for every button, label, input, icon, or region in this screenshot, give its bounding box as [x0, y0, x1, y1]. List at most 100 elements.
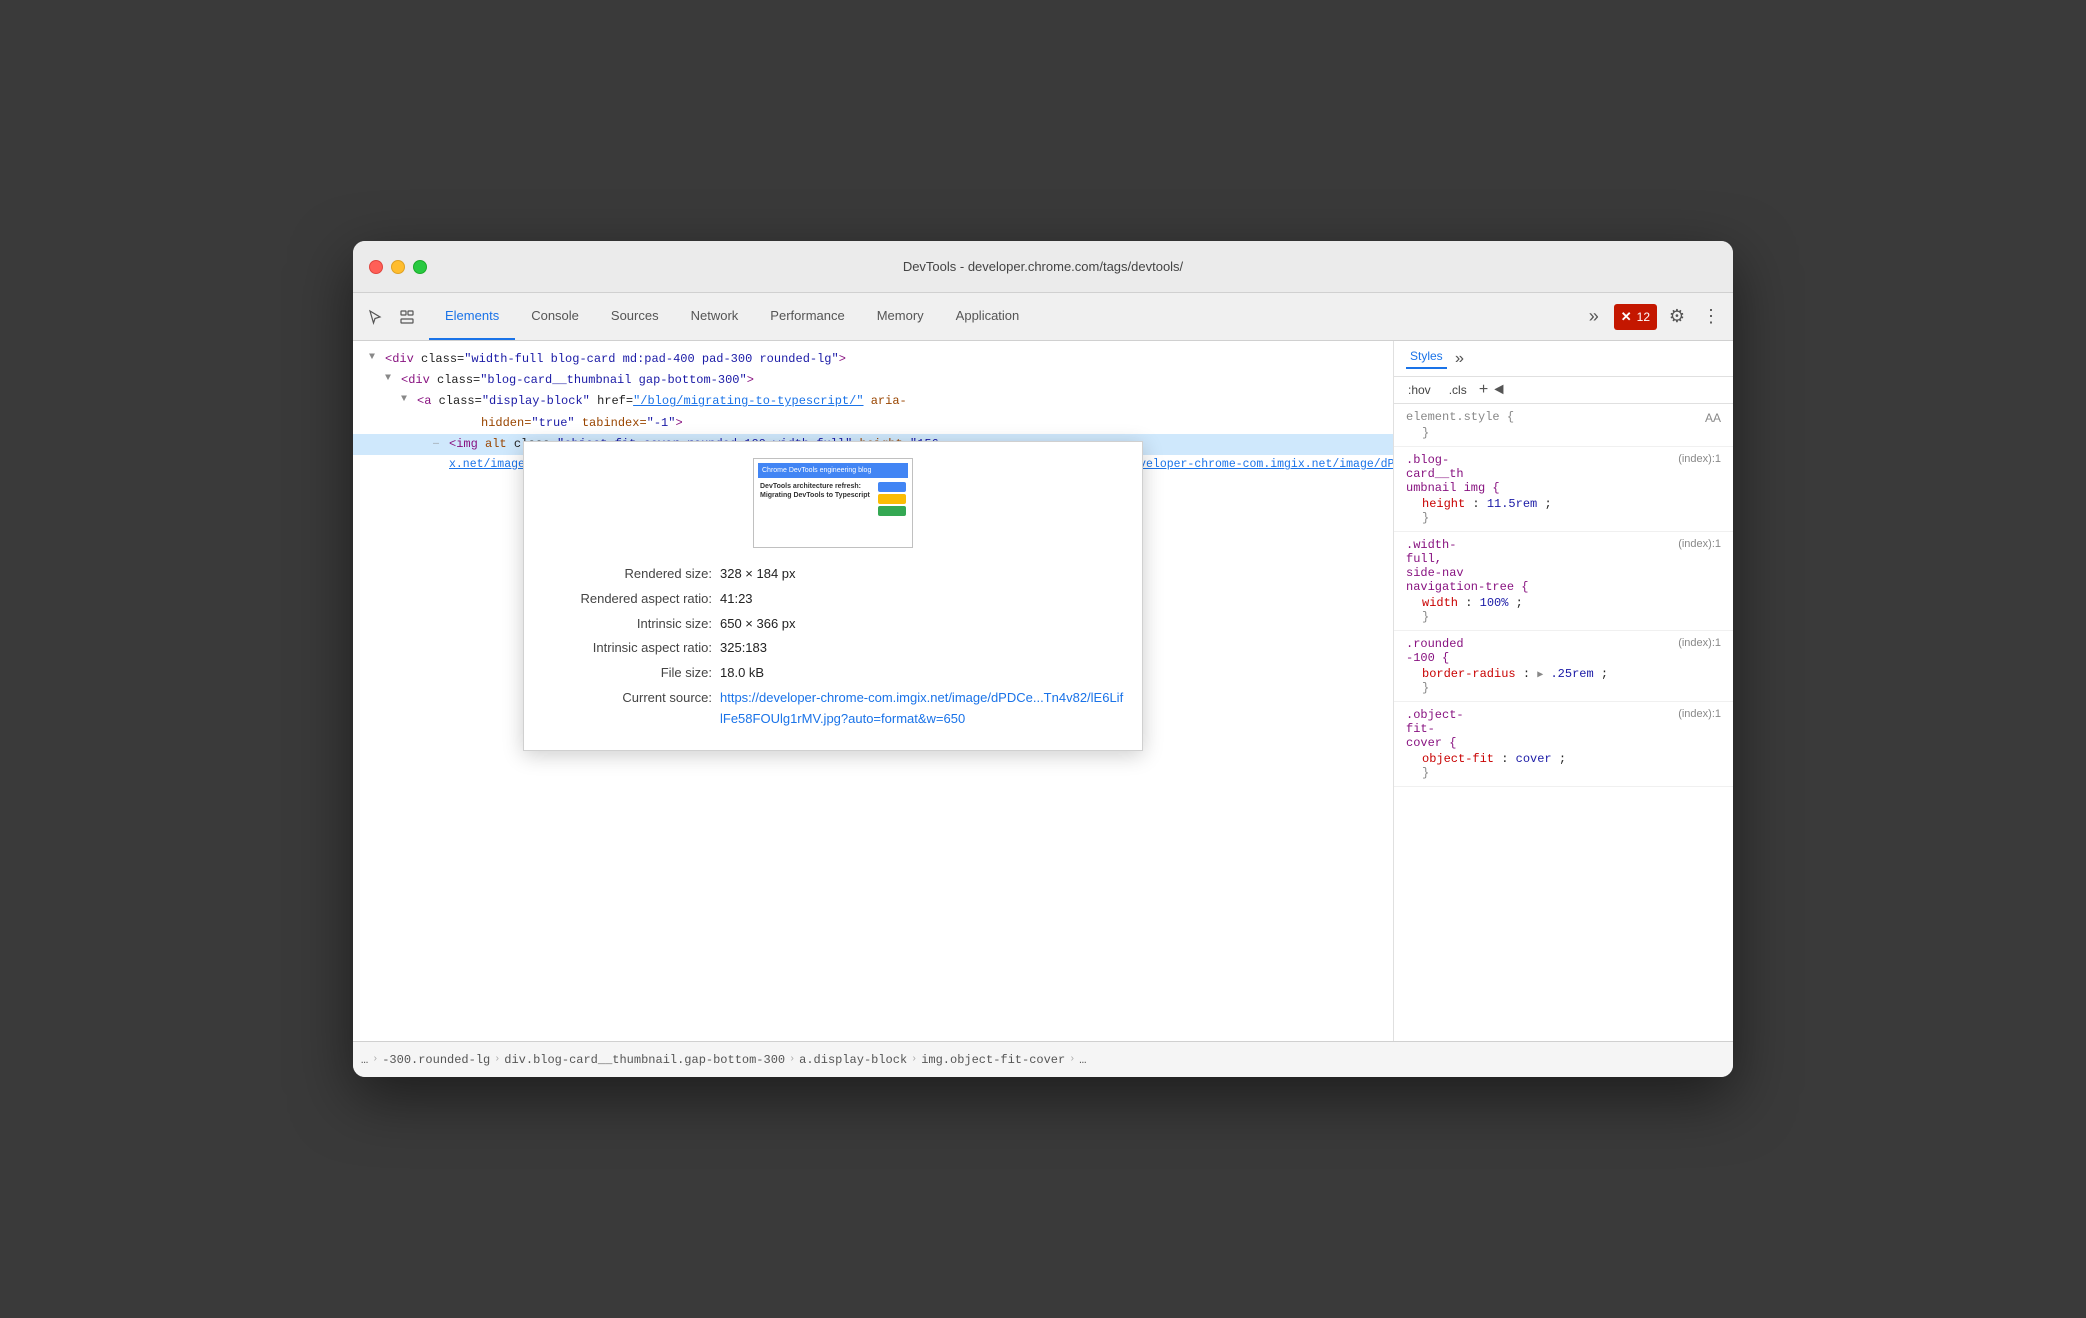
- expand-arrow[interactable]: ▼: [369, 350, 375, 366]
- breadcrumb-item-2[interactable]: div.blog-card__thumbnail.gap-bottom-300: [504, 1053, 785, 1067]
- hover-pseudo-button[interactable]: :hov: [1402, 381, 1437, 399]
- expand-value-arrow[interactable]: ▶: [1537, 670, 1543, 681]
- breadcrumb-item-1[interactable]: -300.rounded-lg: [382, 1053, 490, 1067]
- cls-button[interactable]: .cls: [1443, 381, 1473, 399]
- tab-elements[interactable]: Elements: [429, 293, 515, 340]
- height-prop: height : 11.5rem ;: [1406, 497, 1721, 511]
- title-bar: DevTools - developer.chrome.com/tags/dev…: [353, 241, 1733, 293]
- minimize-button[interactable]: [391, 260, 405, 274]
- breadcrumb-ellipsis[interactable]: …: [361, 1053, 368, 1067]
- tab-application[interactable]: Application: [940, 293, 1036, 340]
- expand-arrow[interactable]: ▼: [401, 392, 407, 408]
- tab-left-icons: [353, 293, 429, 340]
- closing-brace: }: [1406, 426, 1721, 440]
- tab-network[interactable]: Network: [675, 293, 755, 340]
- styles-more-icon[interactable]: »: [1455, 350, 1465, 368]
- file-size-row: File size: 18.0 kB: [540, 663, 1126, 684]
- selector-object-fit: .object- fit- cover {: [1406, 708, 1464, 750]
- source-index-1[interactable]: (index):1: [1678, 453, 1721, 497]
- style-rule-blog-thumbnail: .blog- card__th umbnail img { (index):1 …: [1394, 447, 1733, 532]
- rendered-aspect-value: 41:23: [720, 589, 753, 610]
- close-button[interactable]: [369, 260, 383, 274]
- preview-body: DevTools architecture refresh: Migrating…: [758, 480, 908, 543]
- style-rule-object-fit: .object- fit- cover { (index):1 object-f…: [1394, 702, 1733, 787]
- rendered-aspect-label: Rendered aspect ratio:: [540, 589, 720, 610]
- toggle-icon[interactable]: ◄: [1494, 381, 1504, 399]
- style-rule-rounded: .rounded -100 { (index):1 border-radius …: [1394, 631, 1733, 702]
- intrinsic-size-label: Intrinsic size:: [540, 614, 720, 635]
- object-fit-prop: object-fit : cover ;: [1406, 752, 1721, 766]
- image-tooltip: Chrome DevTools engineering blog DevTool…: [523, 441, 1143, 751]
- preview-color-blocks: [878, 482, 906, 516]
- image-info-table: Rendered size: 328 × 184 px Rendered asp…: [540, 564, 1126, 730]
- breadcrumb-bar: … › -300.rounded-lg › div.blog-card__thu…: [353, 1041, 1733, 1077]
- tab-actions: » ✕ 12 ⚙ ⋮: [1572, 293, 1733, 340]
- tab-sources[interactable]: Sources: [595, 293, 675, 340]
- intrinsic-size-row: Intrinsic size: 650 × 366 px: [540, 614, 1126, 635]
- aa-icon[interactable]: AA: [1705, 411, 1721, 425]
- file-size-value: 18.0 kB: [720, 663, 764, 684]
- source-index-3[interactable]: (index):1: [1678, 637, 1721, 667]
- html-line: ▼ <div class="blog-card__thumbnail gap-b…: [353, 370, 1393, 391]
- maximize-button[interactable]: [413, 260, 427, 274]
- rendered-size-label: Rendered size:: [540, 564, 720, 585]
- tab-list: Elements Console Sources Network Perform…: [429, 293, 1572, 340]
- tab-console[interactable]: Console: [515, 293, 595, 340]
- image-preview: Chrome DevTools engineering blog DevTool…: [540, 458, 1126, 548]
- image-preview-content: Chrome DevTools engineering blog DevTool…: [754, 459, 912, 547]
- cursor-icon[interactable]: [361, 303, 389, 331]
- error-badge[interactable]: ✕ 12: [1614, 304, 1657, 330]
- current-source-link[interactable]: https://developer-chrome-com.imgix.net/i…: [720, 688, 1126, 730]
- rendered-aspect-row: Rendered aspect ratio: 41:23: [540, 589, 1126, 610]
- width-prop: width : 100% ;: [1406, 596, 1721, 610]
- intrinsic-size-value: 650 × 366 px: [720, 614, 796, 635]
- add-style-rule-icon[interactable]: +: [1479, 381, 1489, 399]
- html-panel[interactable]: ▼ <div class="width-full blog-card md:pa…: [353, 341, 1393, 1041]
- source-index-4[interactable]: (index):1: [1678, 708, 1721, 752]
- breadcrumb-ellipsis-end[interactable]: …: [1079, 1053, 1086, 1067]
- selector-blog-thumbnail: .blog- card__th umbnail img {: [1406, 453, 1500, 495]
- style-rule-width-full: .width- full, side-nav navigation-tree {…: [1394, 532, 1733, 631]
- window-title: DevTools - developer.chrome.com/tags/dev…: [369, 259, 1717, 274]
- html-line: hidden="true" tabindex="-1">: [353, 413, 1393, 434]
- breadcrumb-item-3[interactable]: a.display-block: [799, 1053, 907, 1067]
- devtools-tabs-bar: Elements Console Sources Network Perform…: [353, 293, 1733, 341]
- border-radius-prop: border-radius : ▶ .25rem ;: [1406, 667, 1721, 681]
- styles-panel: Styles » :hov .cls + ◄ element.style { A…: [1393, 341, 1733, 1041]
- html-line: ▼ <a class="display-block" href="/blog/m…: [353, 391, 1393, 412]
- tab-memory[interactable]: Memory: [861, 293, 940, 340]
- expand-arrow[interactable]: ▼: [385, 371, 391, 387]
- intrinsic-aspect-label: Intrinsic aspect ratio:: [540, 638, 720, 659]
- closing-brace-3: }: [1406, 610, 1721, 624]
- breadcrumb-item-4[interactable]: img.object-fit-cover: [921, 1053, 1065, 1067]
- tab-performance[interactable]: Performance: [754, 293, 860, 340]
- html-content: ▼ <div class="width-full blog-card md:pa…: [353, 341, 1393, 483]
- devtools-body: ▼ <div class="width-full blog-card md:pa…: [353, 341, 1733, 1041]
- closing-brace-4: }: [1406, 681, 1721, 695]
- selector-rounded: .rounded -100 {: [1406, 637, 1464, 665]
- styles-header: Styles »: [1394, 341, 1733, 377]
- rendered-size-row: Rendered size: 328 × 184 px: [540, 564, 1126, 585]
- ellipsis-icon[interactable]: …: [433, 435, 439, 451]
- closing-brace-5: }: [1406, 766, 1721, 780]
- source-index-2[interactable]: (index):1: [1678, 538, 1721, 596]
- file-size-label: File size:: [540, 663, 720, 684]
- error-count: 12: [1637, 310, 1650, 324]
- more-options-icon[interactable]: ⋮: [1697, 303, 1725, 331]
- current-source-label: Current source:: [540, 688, 720, 709]
- traffic-lights: [369, 260, 427, 274]
- tab-styles[interactable]: Styles: [1406, 349, 1447, 369]
- styles-content: element.style { AA } .blog- card__th: [1394, 404, 1733, 1041]
- settings-icon[interactable]: ⚙: [1663, 303, 1691, 331]
- inspect-element-icon[interactable]: [393, 303, 421, 331]
- color-block-blue: [878, 482, 906, 492]
- color-block-green: [878, 506, 906, 516]
- image-preview-box: Chrome DevTools engineering blog DevTool…: [753, 458, 913, 548]
- html-line: ▼ <div class="width-full blog-card md:pa…: [353, 349, 1393, 370]
- preview-text: DevTools architecture refresh: Migrating…: [760, 482, 874, 502]
- preview-header: Chrome DevTools engineering blog: [758, 463, 908, 478]
- intrinsic-aspect-row: Intrinsic aspect ratio: 325:183: [540, 638, 1126, 659]
- devtools-window: DevTools - developer.chrome.com/tags/dev…: [353, 241, 1733, 1077]
- closing-brace-2: }: [1406, 511, 1721, 525]
- more-tabs-button[interactable]: »: [1580, 303, 1608, 331]
